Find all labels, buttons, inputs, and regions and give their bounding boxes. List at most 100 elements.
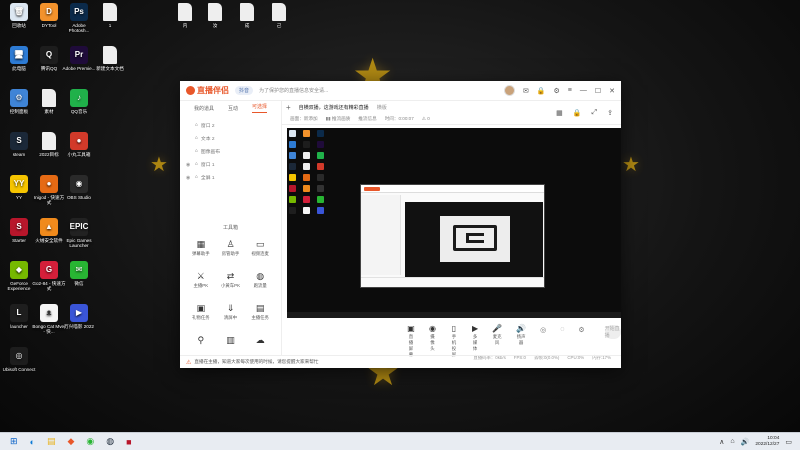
source-control-button[interactable]: ▣ 直播屏幕: [407, 323, 415, 358]
desktop-icon[interactable]: YY YY: [2, 175, 36, 200]
lock-icon[interactable]: ⌂: [195, 123, 198, 128]
stream-meta-item[interactable]: 画面：新添加: [290, 116, 318, 122]
toolbox-item[interactable]: ▥: [216, 335, 246, 347]
desktop-file-icon[interactable]: 己: [262, 3, 296, 28]
record-icon[interactable]: ◎: [540, 326, 546, 334]
desktop-file-icon[interactable]: 内: [168, 3, 202, 28]
desktop-file-icon[interactable]: 成: [230, 3, 264, 28]
fullscreen-icon[interactable]: ⤢: [592, 109, 598, 117]
layout-icon[interactable]: ▦: [556, 109, 563, 117]
desktop-icon[interactable]: Pr Adobe Premie...: [62, 46, 96, 71]
desktop-icon[interactable]: Ps Adobe Photosh...: [62, 3, 96, 33]
wechat-taskbar-icon[interactable]: ◉: [86, 436, 94, 447]
desktop-icon[interactable]: ♪ QQ音乐: [62, 89, 96, 114]
maximize-icon[interactable]: ☐: [595, 87, 601, 95]
source-item[interactable]: ⌂ 文本 2: [186, 132, 275, 145]
app-taskbar-icon[interactable]: ■: [126, 437, 131, 447]
desktop-icon[interactable]: ● Inigod - 快速方式: [32, 175, 66, 205]
edge-icon[interactable]: ◐: [30, 437, 35, 447]
add-scene-button[interactable]: +: [286, 103, 291, 112]
desktop-icon[interactable]: 2022目标: [32, 132, 66, 157]
stream-meta-item[interactable]: ⚠ 0: [422, 116, 430, 122]
stream-meta-item[interactable]: 时间：0:00:07: [385, 116, 414, 122]
start-live-button[interactable]: 开始直播: [604, 325, 622, 339]
lock-icon[interactable]: ⌂: [195, 175, 198, 180]
tab-interact[interactable]: 互动: [228, 105, 238, 112]
desktop-icon[interactable]: D DYTool: [32, 3, 66, 28]
desktop-file-icon[interactable]: 汝: [198, 3, 232, 28]
desktop-icon[interactable]: 🖥 此电脑: [2, 46, 36, 71]
lock-icon[interactable]: 🔒: [537, 87, 546, 95]
desktop-icon[interactable]: G Go2-84 - 快速方式: [32, 261, 66, 291]
steam-taskbar-icon[interactable]: ◍: [106, 436, 114, 447]
lock-icon[interactable]: ⌂: [195, 136, 198, 141]
toolbox-item[interactable]: ▭ 视频连麦: [245, 239, 275, 257]
desktop-icon[interactable]: ✉ 微信: [62, 261, 96, 286]
clock[interactable]: 10:04 2022/12/27: [755, 436, 779, 448]
lock-icon[interactable]: ⌂: [195, 162, 198, 167]
toolbox-item[interactable]: ⚔ 主播PK: [186, 271, 216, 289]
desktop-icon[interactable]: ᴥ Bongo Cat Mver - 快...: [32, 304, 66, 334]
stream-meta-item[interactable]: 推流信息: [358, 116, 376, 122]
source-item[interactable]: ⌂ 图像画布: [186, 145, 275, 158]
security-notice[interactable]: 为了保护您的直播信息安全请...: [259, 87, 328, 94]
start-icon[interactable]: ⊞: [10, 436, 18, 447]
desktop-icon[interactable]: ▲ 火绒安全软件: [32, 218, 66, 243]
tab-my-props[interactable]: 我的道具: [194, 105, 214, 112]
scene-tab-other[interactable]: 横版: [377, 104, 387, 111]
desktop-icon[interactable]: ◎ Ubisoft Connect: [2, 347, 36, 372]
source-control-button[interactable]: 🎤 麦克风: [492, 323, 502, 346]
stream-preview[interactable]: [287, 128, 621, 318]
volume-icon[interactable]: 🔊: [741, 438, 750, 446]
desktop-icon[interactable]: 新建文本文档: [93, 46, 127, 71]
desktop-icon[interactable]: EPIC Epic Games Launcher: [62, 218, 96, 248]
chevron-up-icon[interactable]: ∧: [719, 438, 724, 446]
desktop-icon[interactable]: ● 小丸工具箱: [62, 132, 96, 157]
desktop-icon[interactable]: ◉ OBS Studio: [62, 175, 96, 200]
beauty-icon[interactable]: ◌: [560, 326, 564, 333]
desktop-icon[interactable]: 1: [93, 3, 127, 28]
stream-meta-item[interactable]: ▮▮ 推流画质: [326, 116, 351, 122]
toolbox-item[interactable]: ▦ 弹幕助手: [186, 239, 216, 257]
platform-chip[interactable]: 抖音: [235, 86, 254, 95]
minimize-icon[interactable]: —: [580, 87, 587, 94]
source-control-button[interactable]: ▯ 手机投屏: [450, 323, 458, 358]
desktop-icon[interactable]: S Starter: [2, 218, 36, 243]
settings-icon[interactable]: ⚙: [578, 326, 584, 334]
source-control-button[interactable]: ▶ 多媒体: [472, 323, 478, 352]
desktop-icon[interactable]: Llauncher: [2, 304, 36, 329]
mail-icon[interactable]: ✉: [523, 87, 529, 95]
live-companion-taskbar-icon[interactable]: ◆: [68, 436, 75, 447]
source-control-button[interactable]: 🔊 扬声器: [516, 323, 526, 346]
desktop-icon[interactable]: 🗑 回收站: [2, 3, 36, 28]
toolbox-item[interactable]: ♙ 房管助手: [216, 239, 246, 257]
close-icon[interactable]: ✕: [609, 87, 615, 95]
eye-icon[interactable]: ◉: [186, 175, 192, 181]
desktop-icon[interactable]: ◆ GeForce Experience: [2, 261, 36, 291]
desktop-icon[interactable]: 素材: [32, 89, 66, 114]
source-item[interactable]: ◉ ⌂ 全屏 1: [186, 171, 275, 184]
eye-icon[interactable]: ◉: [186, 162, 192, 168]
desktop-icon[interactable]: ⚙ 控制面板: [2, 89, 36, 114]
toolbox-item[interactable]: ▤ 主播任务: [245, 303, 275, 321]
toolbox-item[interactable]: ☁: [245, 335, 275, 347]
network-icon[interactable]: ⌂: [730, 438, 734, 445]
toolbox-item[interactable]: ⇄ 小黄车PK: [216, 271, 246, 289]
toolbox-item[interactable]: ⇓ 清屏中: [216, 303, 246, 321]
lock-icon[interactable]: ⌂: [195, 149, 198, 154]
toolbox-item[interactable]: ⚲: [186, 335, 216, 347]
source-item[interactable]: ◉ ⌂ 窗口 1: [186, 158, 275, 171]
notification-icon[interactable]: ▭: [785, 438, 792, 446]
lock-icon[interactable]: 🔒: [573, 109, 582, 117]
desktop-icon[interactable]: ▶ 万兴喵影 2022: [62, 304, 96, 329]
share-icon[interactable]: ⇪: [607, 109, 613, 117]
settings-icon[interactable]: ⚙: [553, 87, 559, 95]
avatar[interactable]: [503, 85, 515, 96]
source-control-button[interactable]: ◉ 摄像头: [429, 323, 436, 352]
desktop-icon[interactable]: Q 腾讯QQ: [32, 46, 66, 71]
scene-tab-current[interactable]: 自横双播，这游戏还有精彩直播: [299, 104, 369, 111]
toolbox-item[interactable]: ◍ 跑流量: [245, 271, 275, 289]
desktop-icon[interactable]: Ssteam: [2, 132, 36, 157]
source-item[interactable]: ⌂ 窗口 2: [186, 119, 275, 132]
toolbox-item[interactable]: ▣ 礼物任务: [186, 303, 216, 321]
